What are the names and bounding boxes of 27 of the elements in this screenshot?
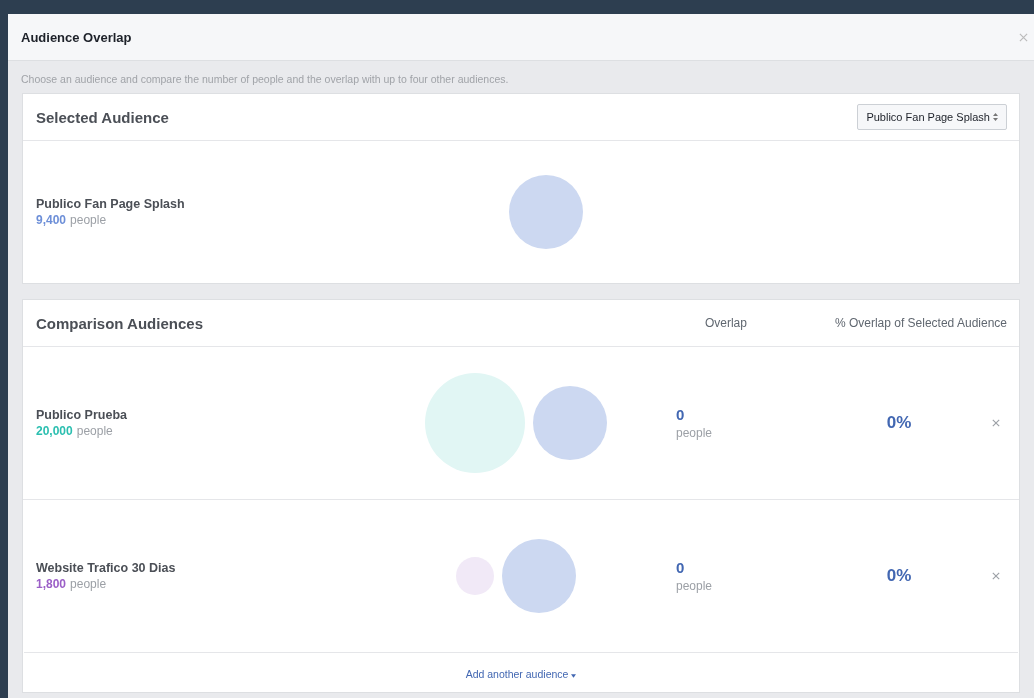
overlap-count: 0 xyxy=(676,406,686,423)
remove-button[interactable] xyxy=(992,572,1000,580)
audience-size: 20,000 xyxy=(36,424,73,438)
audience-name: Publico Prueba xyxy=(36,408,128,422)
audience-size: 9,400 xyxy=(36,213,67,227)
section-heading: Selected Audience xyxy=(36,108,170,126)
overlap-percentage: 0% xyxy=(885,566,913,586)
people-label: people xyxy=(70,577,107,591)
audience-size: 1,800 xyxy=(36,577,67,591)
overlap-count: 0 xyxy=(676,559,686,576)
overlap-percentage: 0% xyxy=(885,413,913,433)
caret-icon xyxy=(571,674,577,678)
people-label: people xyxy=(676,579,714,593)
people-label: people xyxy=(76,424,113,438)
remove-button[interactable] xyxy=(992,419,1000,427)
section-heading: Comparison Audiences xyxy=(36,314,204,332)
audience-dropdown[interactable]: Publico Fan Page Splash xyxy=(857,104,1007,130)
sort-arrows-icon xyxy=(993,113,998,121)
column-header: Overlap xyxy=(704,316,748,330)
audience-name: Publico Fan Page Splash xyxy=(36,197,186,211)
dialog-description: Choose an audience and compare the number of people and the overlap with up to four other audiences. xyxy=(20,72,510,87)
dialog-title: Audience Overlap xyxy=(21,29,132,45)
people-label: people xyxy=(70,213,107,227)
add-audience-link[interactable]: Add another audience xyxy=(465,668,577,680)
people-label: people xyxy=(676,426,714,440)
column-header: % Overlap of Selected Audience xyxy=(834,316,1007,330)
audience-name: Website Trafico 30 Dias xyxy=(36,561,177,575)
